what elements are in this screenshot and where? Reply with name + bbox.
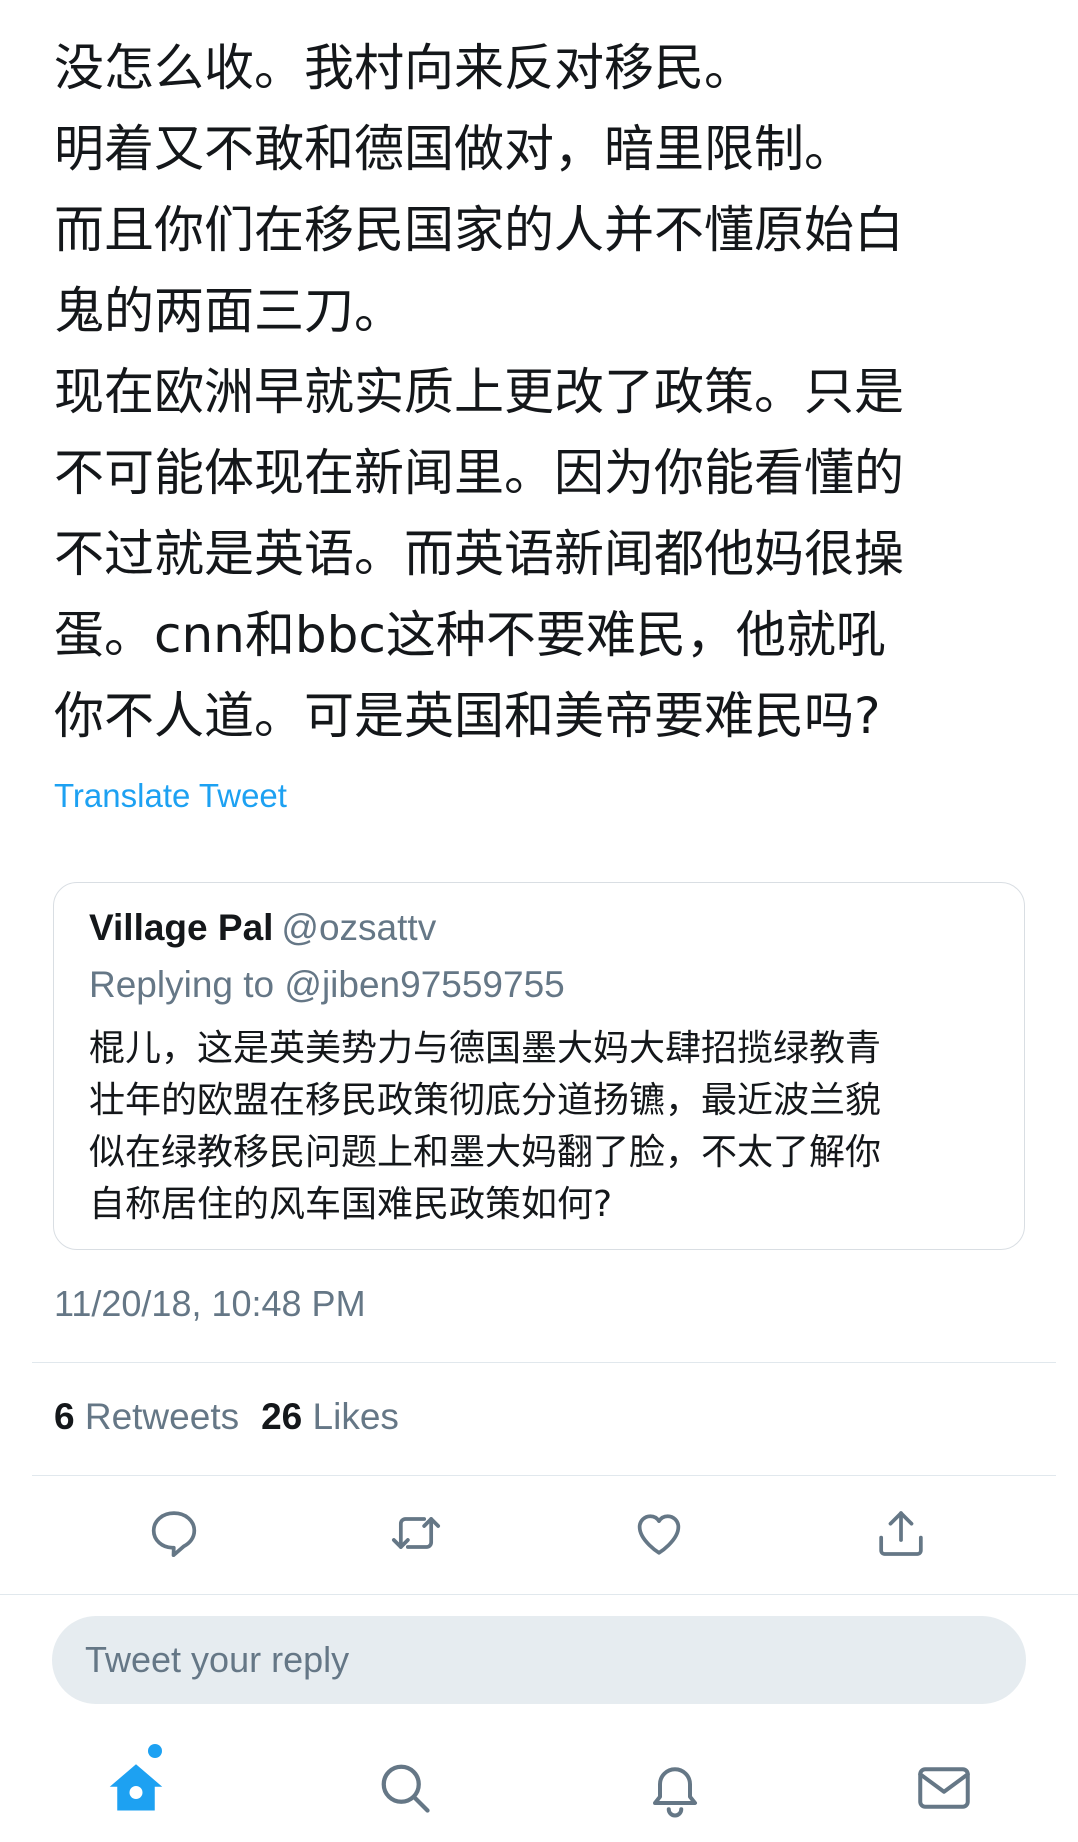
home-icon[interactable] [106,1758,166,1818]
quoted-replying-to: Replying to @jiben97559755 [89,964,565,1005]
reply-icon[interactable] [146,1505,202,1561]
tweet-text-line: 不可能体现在新闻里。因为你能看懂的 [54,444,904,502]
quoted-text-line: 似在绿教移民问题上和墨大妈翻了脸，不太了解你 [89,1132,882,1173]
retweets-count: 6 [54,1396,75,1437]
translate-tweet-link[interactable]: Translate Tweet [54,777,287,815]
divider [0,1594,1078,1595]
tweet-stats: 6 Retweets 26 Likes [54,1396,399,1438]
quoted-tweet-text: 棍儿，这是英美势力与德国墨大妈大肆招揽绿教青 壮年的欧盟在移民政策彻底分道扬镳，… [89,1023,881,1231]
messages-icon[interactable] [914,1758,974,1818]
quoted-author-name: Village Pal [89,907,274,948]
retweets-label: Retweets [84,1396,240,1437]
quoted-text-line: 棍儿，这是英美势力与德国墨大妈大肆招揽绿教青 [89,1028,882,1069]
search-icon[interactable] [375,1758,435,1818]
tweet-text-line: 而且你们在移民国家的人并不懂原始白 [54,201,904,259]
divider [32,1475,1056,1476]
tweet-text-line: 蛋。cnn和bbc这种不要难民，他就吼 [54,606,886,664]
reply-placeholder: Tweet your reply [85,1639,350,1680]
quoted-tweet-card[interactable]: Village Pal @ozsattv Replying to @jiben97… [53,882,1025,1250]
like-icon[interactable] [631,1505,687,1561]
likes-count: 26 [261,1396,303,1437]
home-notification-dot [148,1744,162,1758]
tweet-text-line: 不过就是英语。而英语新闻都他妈很操 [54,525,904,583]
reply-input[interactable]: Tweet your reply [52,1616,1026,1704]
tweet-text-line: 鬼的两面三刀。 [54,282,404,340]
quoted-tweet-header: Village Pal @ozsattv [89,907,436,949]
share-icon[interactable] [873,1505,929,1561]
tweet-text-line: 明着又不敢和德国做对，暗里限制。 [54,120,854,178]
tweet-timestamp: 11/20/18, 10:48 PM [54,1283,366,1324]
quoted-author-handle: @ozsattv [281,907,437,948]
divider [32,1362,1056,1363]
tweet-text-line: 你不人道。可是英国和美帝要难民吗? [54,687,881,745]
quoted-text-line: 壮年的欧盟在移民政策彻底分道扬镳，最近波兰貌 [89,1080,882,1121]
quoted-text-line: 自称居住的风车国难民政策如何? [89,1184,613,1225]
tweet-text-line: 没怎么收。我村向来反对移民。 [54,39,754,97]
likes-label: Likes [312,1396,399,1437]
retweets-stat[interactable]: 6 Retweets [54,1396,239,1438]
retweet-icon[interactable] [388,1505,444,1561]
tweet-text-line: 现在欧洲早就实质上更改了政策。只是 [54,363,904,421]
tweet-text: 没怎么收。我村向来反对移民。 明着又不敢和德国做对，暗里限制。 而且你们在移民国… [54,28,1044,757]
likes-stat[interactable]: 26 Likes [261,1396,399,1438]
notifications-icon[interactable] [645,1758,705,1818]
